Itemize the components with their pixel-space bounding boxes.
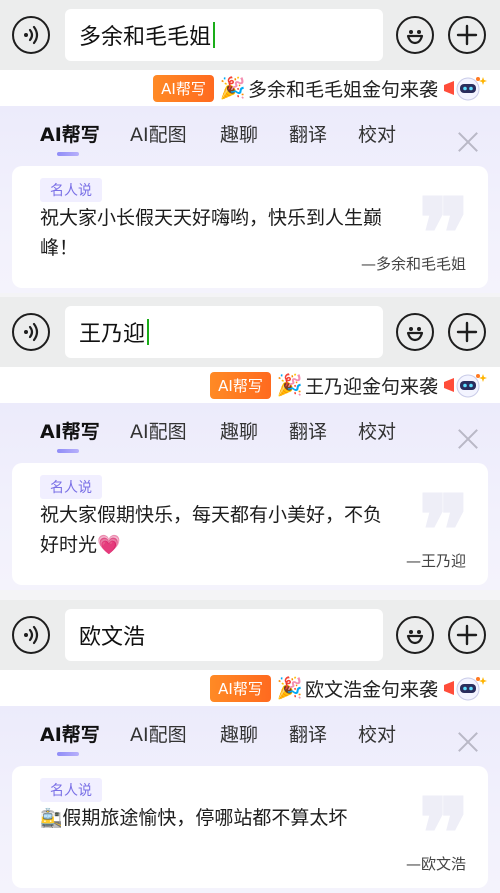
more-button[interactable] [448,16,486,54]
active-tab-indicator [57,449,79,453]
ai-robot-mascot-icon [444,77,487,101]
quote-tag: 名人说 [40,475,102,499]
text-caret [213,22,216,48]
quote-text-block: 祝大家假期快乐，每天都有小美好，不负好时光💗 [40,500,400,560]
active-tab-indicator [57,752,79,756]
quote-text: 假期旅途愉快，停哪站都不算太坏 [62,807,348,829]
compose-panel-1: 多余和毛毛姐 AI帮写 🎉 多余和毛毛姐金句来袭 AI帮写 AI配图 趣聊 翻译… [0,0,500,293]
party-popper-icon: 🎉 [276,372,303,397]
promo-text: 多余和毛毛姐金句来袭 [247,78,438,101]
voice-input-button[interactable] [12,16,50,54]
promo-text: 欧文浩金句来袭 [304,678,438,701]
party-popper-icon: 🎉 [219,75,246,100]
quote-text-block: 🚉假期旅途愉快，停哪站都不算太坏 [40,803,400,834]
voice-input-button[interactable] [12,313,50,351]
tab-translate[interactable]: 翻译 [289,720,327,747]
ai-write-badge: AI帮写 [153,74,214,102]
voice-input-icon [24,322,39,342]
message-input[interactable]: 王乃迎 [65,306,383,358]
tab-ai-write[interactable]: AI帮写 [40,120,100,147]
tab-translate[interactable]: 翻译 [289,417,327,444]
tab-ai-image[interactable]: AI配图 [130,417,187,444]
ai-assistant-panel: AI帮写 AI配图 趣聊 翻译 校对 ❞ 名人说 🚉假期旅途愉快，停哪站都不算太… [0,706,500,893]
tab-ai-write[interactable]: AI帮写 [40,720,100,747]
ai-assistant-panel: AI帮写 AI配图 趣聊 翻译 校对 ❞ 名人说 祝大家小长假天天好嗨哟，快乐到… [0,106,500,293]
emoji-button[interactable] [396,616,434,654]
plus-icon [456,624,478,646]
input-bar: 欧文浩 [0,600,500,670]
plus-icon [456,24,478,46]
tab-chat[interactable]: 趣聊 [220,120,258,147]
ai-promo-bar[interactable]: AI帮写 🎉 欧文浩金句来袭 [0,670,500,706]
message-input[interactable]: 欧文浩 [65,609,383,661]
text-caret [147,319,150,345]
message-input-text: 欧文浩 [79,625,146,650]
ai-tabs: AI帮写 AI配图 趣聊 翻译 校对 [0,116,500,156]
input-bar: 王乃迎 [0,297,500,367]
ai-tabs: AI帮写 AI配图 趣聊 翻译 校对 [0,413,500,453]
tab-ai-image[interactable]: AI配图 [130,120,187,147]
tab-ai-write[interactable]: AI帮写 [40,417,100,444]
quote-author: —欧文浩 [405,855,466,873]
ai-robot-mascot-icon [444,374,487,398]
ai-assistant-panel: AI帮写 AI配图 趣聊 翻译 校对 ❞ 名人说 祝大家假期快乐，每天都有小美好… [0,403,500,590]
ai-write-badge: AI帮写 [210,371,271,399]
tab-chat[interactable]: 趣聊 [220,720,258,747]
message-input-text: 王乃迎 [79,322,146,347]
tab-proofread[interactable]: 校对 [358,720,396,747]
emoji-smile-icon [406,327,424,342]
quote-author: —多余和毛毛姐 [360,255,466,273]
tab-ai-image[interactable]: AI配图 [130,720,187,747]
ai-promo-bar[interactable]: AI帮写 🎉 多余和毛毛姐金句来袭 [0,70,500,106]
close-icon[interactable] [456,130,480,154]
emoji-smile-icon [406,630,424,645]
quote-card[interactable]: ❞ 名人说 祝大家小长假天天好嗨哟，快乐到人生巅峰！ —多余和毛毛姐 [12,166,488,288]
tab-proofread[interactable]: 校对 [358,120,396,147]
active-tab-indicator [57,152,79,156]
tab-proofread[interactable]: 校对 [358,417,396,444]
emoji-smile-icon [406,30,424,45]
voice-input-button[interactable] [12,616,50,654]
train-station-emoji: 🚉 [40,808,63,829]
ai-tabs: AI帮写 AI配图 趣聊 翻译 校对 [0,716,500,756]
quote-tag: 名人说 [40,178,102,202]
ai-promo-bar[interactable]: AI帮写 🎉 王乃迎金句来袭 [0,367,500,403]
heart-emoji: 💗 [97,534,121,556]
voice-input-icon [24,625,39,645]
quote-author: —王乃迎 [405,552,466,570]
quote-card[interactable]: ❞ 名人说 🚉假期旅途愉快，停哪站都不算太坏 —欧文浩 [12,766,488,888]
quote-text: 祝大家小长假天天好嗨哟，快乐到人生巅峰！ [40,207,383,259]
ai-robot-mascot-icon [444,677,487,701]
tab-chat[interactable]: 趣聊 [220,417,258,444]
quote-text: 祝大家假期快乐，每天都有小美好，不负好时光 [40,504,383,556]
emoji-button[interactable] [396,313,434,351]
compose-panel-3: 欧文浩 AI帮写 🎉 欧文浩金句来袭 AI帮写 AI配图 趣聊 翻译 校对 ❞ … [0,600,500,893]
message-input[interactable]: 多余和毛毛姐 [65,9,383,61]
tab-translate[interactable]: 翻译 [289,120,327,147]
more-button[interactable] [448,616,486,654]
ai-write-badge: AI帮写 [210,674,271,702]
party-popper-icon: 🎉 [276,675,303,700]
quote-card[interactable]: ❞ 名人说 祝大家假期快乐，每天都有小美好，不负好时光💗 —王乃迎 [12,463,488,585]
message-input-text: 多余和毛毛姐 [79,25,212,50]
voice-input-icon [24,25,39,45]
close-icon[interactable] [456,730,480,754]
emoji-button[interactable] [396,16,434,54]
promo-text: 王乃迎金句来袭 [304,375,438,398]
quote-tag: 名人说 [40,778,102,802]
more-button[interactable] [448,313,486,351]
compose-panel-2: 王乃迎 AI帮写 🎉 王乃迎金句来袭 AI帮写 AI配图 趣聊 翻译 校对 ❞ … [0,297,500,590]
input-bar: 多余和毛毛姐 [0,0,500,70]
close-icon[interactable] [456,427,480,451]
plus-icon [456,321,478,343]
